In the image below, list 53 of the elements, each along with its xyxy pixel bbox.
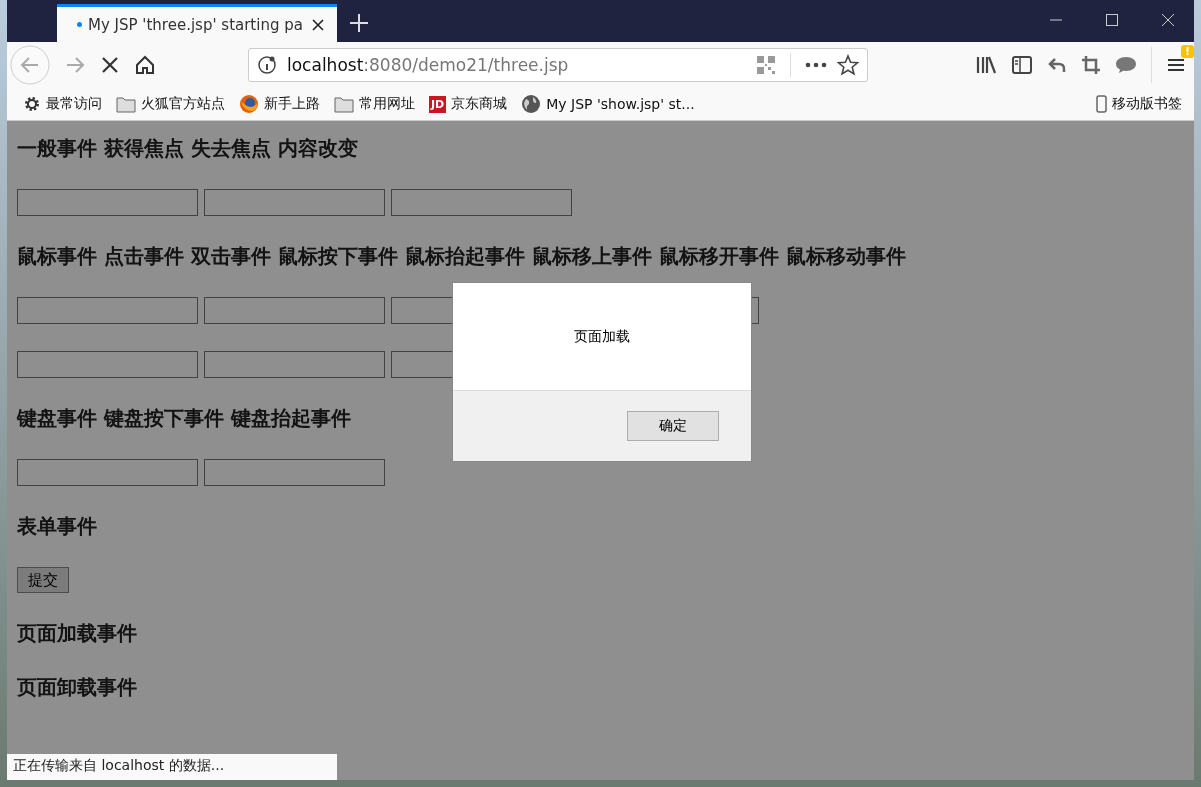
- new-tab-icon[interactable]: [349, 13, 369, 33]
- text-field[interactable]: [204, 351, 385, 378]
- gear-icon: [23, 95, 41, 113]
- more-icon[interactable]: [805, 62, 827, 68]
- tab-title: My JSP 'three.jsp' starting pa: [88, 15, 304, 34]
- logo-icon: JD: [429, 95, 447, 113]
- dialog-message: 页面加载: [574, 327, 630, 346]
- bookmark-item[interactable]: 火狐官方站点: [116, 95, 225, 113]
- star-icon[interactable]: [837, 54, 859, 76]
- section-heading: 键盘事件 键盘按下事件 键盘抬起事件: [17, 405, 351, 431]
- qr-code-icon[interactable]: [756, 55, 776, 75]
- section-heading: 表单事件: [17, 513, 97, 539]
- browser-tab[interactable]: My JSP 'three.jsp' starting pa: [57, 4, 337, 42]
- maximize-icon[interactable]: [1104, 12, 1120, 28]
- fox-globe-icon: [239, 94, 259, 114]
- info-icon[interactable]: [257, 55, 277, 75]
- home-icon[interactable]: [134, 54, 156, 76]
- address-field[interactable]: localhost:8080/demo21/three.jsp: [248, 48, 868, 82]
- notification-badge: !: [1180, 45, 1194, 58]
- text-field[interactable]: [17, 459, 198, 486]
- stop-icon[interactable]: [100, 55, 120, 75]
- bookmark-item[interactable]: My JSP 'show.jsp' st...: [521, 94, 695, 114]
- library-icon[interactable]: [975, 55, 997, 75]
- section-heading: 页面卸载事件: [17, 674, 137, 700]
- submit-button[interactable]: 提交: [17, 567, 69, 593]
- globe-icon: [521, 94, 542, 114]
- status-bar: 正在传输来自 localhost 的数据...: [7, 754, 337, 780]
- text-field[interactable]: [17, 297, 198, 324]
- section-heading: 页面加载事件: [17, 620, 137, 646]
- text-field[interactable]: [17, 189, 198, 216]
- ok-button[interactable]: 确定: [627, 411, 719, 441]
- bookmark-item[interactable]: JD 京东商城: [429, 95, 508, 113]
- url-text: localhost:8080/demo21/three.jsp: [287, 55, 569, 75]
- sidebar-icon[interactable]: [1011, 55, 1033, 75]
- text-field[interactable]: [17, 351, 198, 378]
- chat-icon[interactable]: [1115, 55, 1137, 75]
- bookmark-item[interactable]: 最常访问: [23, 95, 102, 113]
- text-field[interactable]: [391, 189, 572, 216]
- folder-icon: [116, 95, 136, 113]
- bookmark-item[interactable]: 新手上路: [239, 94, 320, 114]
- section-heading: 一般事件 获得焦点 失去焦点 内容改变: [17, 135, 358, 161]
- close-tab-icon[interactable]: [311, 17, 325, 32]
- undo-icon[interactable]: [1047, 55, 1067, 75]
- bookmark-item[interactable]: 移动版书签: [1096, 95, 1182, 113]
- section-heading: 鼠标事件 点击事件 双击事件 鼠标按下事件 鼠标抬起事件 鼠标移上事件 鼠标移开事件 鼠标移动事件: [17, 243, 906, 269]
- bookmark-item[interactable]: 常用网址: [334, 95, 415, 113]
- text-field[interactable]: [204, 459, 385, 486]
- text-field[interactable]: [204, 297, 385, 324]
- phone-icon: [1096, 95, 1107, 113]
- crop-icon[interactable]: [1081, 55, 1101, 75]
- folder-icon: [334, 95, 354, 113]
- text-field[interactable]: [204, 189, 385, 216]
- close-icon[interactable]: [1160, 12, 1176, 28]
